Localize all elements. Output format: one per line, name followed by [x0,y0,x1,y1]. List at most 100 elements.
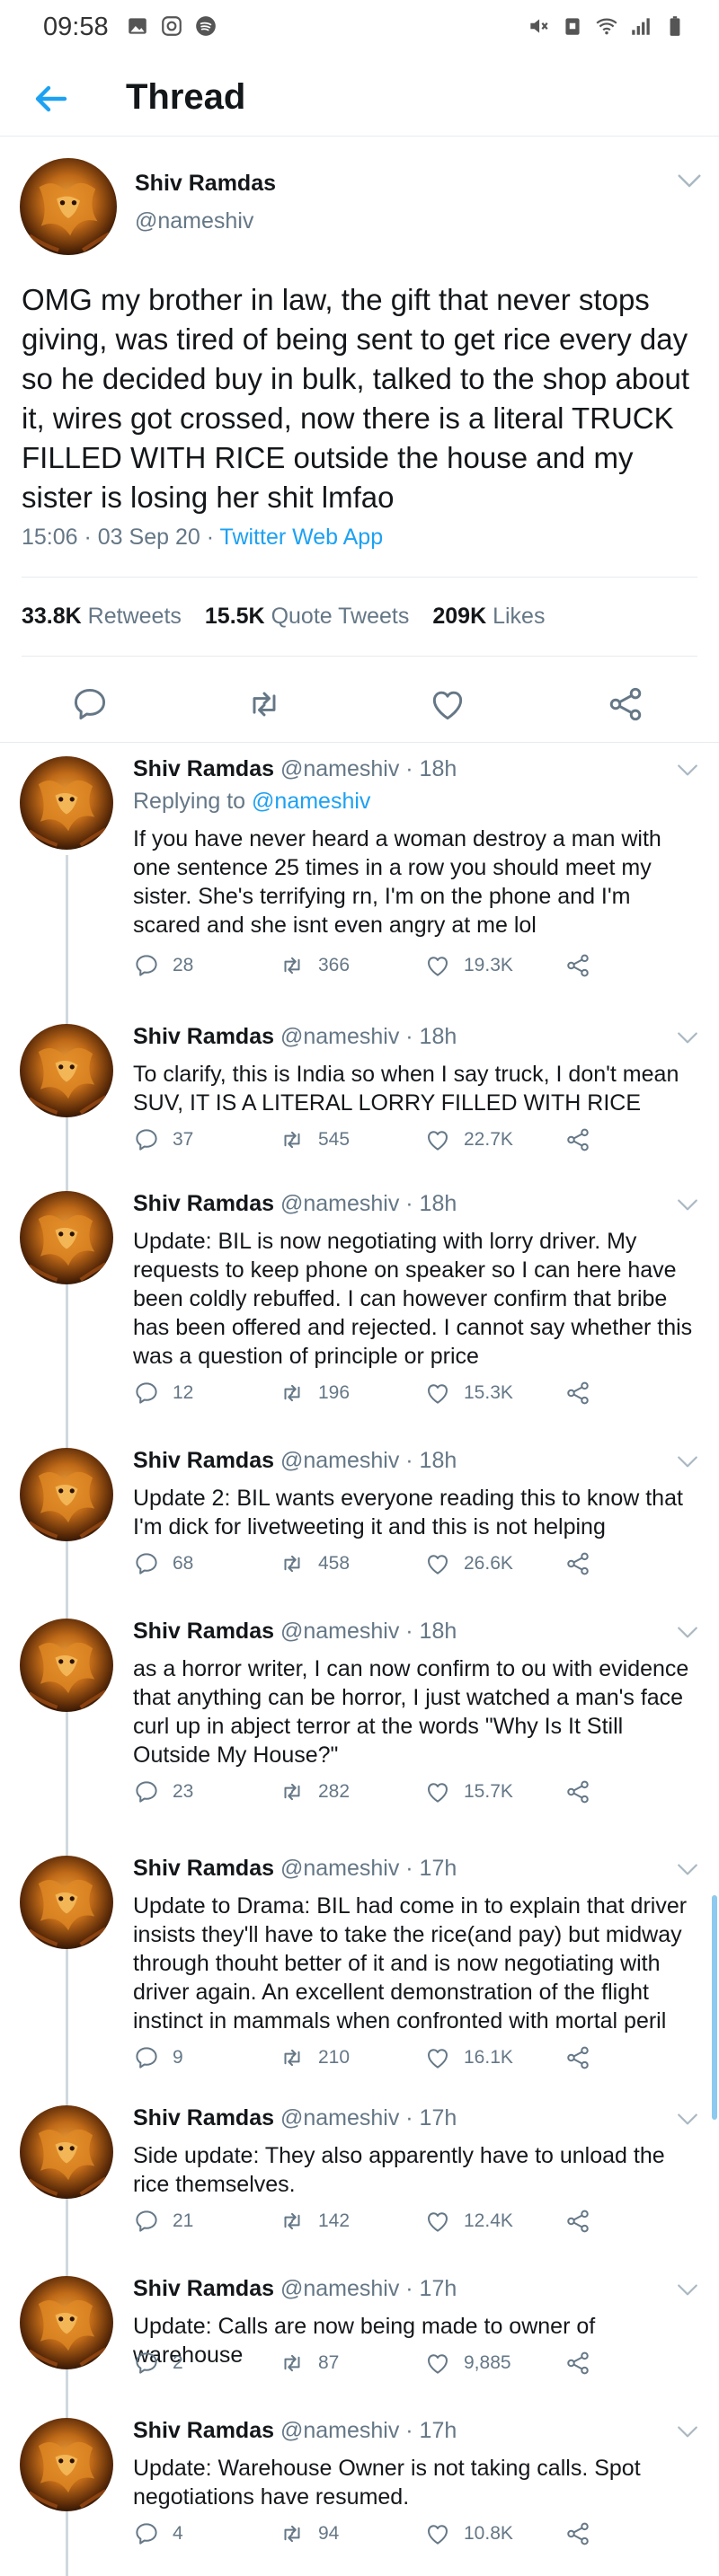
author-name[interactable]: Shiv Ramdas [133,1024,274,1049]
avatar[interactable] [20,2418,113,2511]
chevron-down-icon[interactable] [676,1453,699,1471]
retweet-icon [279,1778,306,1805]
share-button[interactable] [564,1380,591,1407]
avatar[interactable] [20,158,117,255]
divider [0,742,719,743]
share-button[interactable] [564,1550,591,1577]
author-handle[interactable]: @nameshiv [135,208,253,234]
share-button[interactable] [564,1778,591,1805]
like-button[interactable]: 26.6K [424,1550,513,1577]
avatar[interactable] [20,1856,113,1949]
chevron-down-icon[interactable] [676,171,703,192]
retweet-button[interactable]: 196 [279,1380,350,1407]
chevron-down-icon[interactable] [676,2111,699,2129]
reply-button[interactable]: 28 [133,952,193,979]
chevron-down-icon[interactable] [676,1029,699,1047]
scrollbar[interactable] [712,1895,717,2120]
share-icon [564,1778,591,1805]
like-button[interactable]: 10.8K [424,2520,513,2547]
author-handle-time: @nameshiv · 18h [280,1024,457,1049]
share-button[interactable] [564,2520,591,2547]
reply-button[interactable]: 9 [133,2044,183,2071]
chevron-down-icon[interactable] [676,2281,699,2299]
like-icon [424,1778,451,1805]
author-name[interactable]: Shiv Ramdas [133,1856,274,1881]
quote-tweets-stat[interactable]: 15.5K Quote Tweets [205,604,409,630]
author-name[interactable]: Shiv Ramdas [133,1448,274,1473]
share-button[interactable] [564,2044,591,2071]
reply-count: 68 [173,1553,194,1574]
like-button[interactable]: 15.7K [424,1778,513,1805]
reply-button[interactable]: 2 [133,2350,183,2377]
share-icon[interactable] [606,684,645,724]
tweet-header: Shiv Ramdas @nameshiv · 17h [133,2105,457,2131]
retweet-button[interactable]: 94 [279,2520,339,2547]
share-button[interactable] [564,1126,591,1153]
back-arrow-icon[interactable] [29,77,72,120]
avatar[interactable] [20,2276,113,2369]
like-button[interactable]: 19.3K [424,952,513,979]
like-button[interactable]: 15.3K [424,1380,513,1407]
retweets-stat[interactable]: 33.8K Retweets [22,604,182,630]
chevron-down-icon[interactable] [676,762,699,780]
author-name[interactable]: Shiv Ramdas [133,756,274,781]
reply-count: 21 [173,2210,194,2231]
reply-button[interactable]: 4 [133,2520,183,2547]
share-button[interactable] [564,952,591,979]
avatar[interactable] [20,756,113,850]
reply-button[interactable]: 37 [133,1126,193,1153]
reply-icon[interactable] [70,684,110,724]
share-button[interactable] [564,2208,591,2235]
share-button[interactable] [564,2350,591,2377]
action-bar: 4 94 10.8K [133,2520,699,2556]
chevron-down-icon[interactable] [676,1196,699,1214]
retweet-button[interactable]: 142 [279,2208,350,2235]
author-name[interactable]: Shiv Ramdas [133,2105,274,2130]
retweet-count: 142 [318,2210,351,2231]
avatar[interactable] [20,2105,113,2199]
replying-to-link[interactable]: @nameshiv [252,789,370,814]
author-name[interactable]: Shiv Ramdas [133,1191,274,1216]
like-button[interactable]: 22.7K [424,1126,513,1153]
share-icon [564,2044,591,2071]
reply-button[interactable]: 68 [133,1550,193,1577]
tweet-text: If you have never heard a woman destroy … [133,826,661,938]
avatar[interactable] [20,1024,113,1117]
reply-icon [133,2044,160,2071]
tweet-source-link[interactable]: Twitter Web App [220,525,384,550]
like-button[interactable]: 9,885 [424,2350,511,2377]
reply-button[interactable]: 12 [133,1380,193,1407]
reply-count: 28 [173,955,194,975]
avatar[interactable] [20,1191,113,1284]
author-name[interactable]: Shiv Ramdas [133,2418,274,2443]
like-button[interactable]: 12.4K [424,2208,513,2235]
chevron-down-icon[interactable] [676,1624,699,1642]
retweet-button[interactable]: 282 [279,1778,350,1805]
action-bar: 37 545 22.7K [133,1126,699,1162]
like-icon[interactable] [428,684,467,724]
retweet-button[interactable]: 210 [279,2044,350,2071]
author-name[interactable]: Shiv Ramdas [135,171,276,197]
chevron-down-icon[interactable] [676,1861,699,1879]
tweet-header: Shiv Ramdas @nameshiv · 17h [133,2276,457,2302]
like-count: 26.6K [464,1553,513,1574]
like-button[interactable]: 16.1K [424,2044,513,2071]
author-name[interactable]: Shiv Ramdas [133,2276,274,2301]
avatar[interactable] [20,1448,113,1541]
retweet-button[interactable]: 87 [279,2350,339,2377]
reply-count: 37 [173,1129,194,1150]
chevron-down-icon[interactable] [676,2423,699,2441]
reply-button[interactable]: 21 [133,2208,193,2235]
retweet-button[interactable]: 366 [279,952,350,979]
reply-button[interactable]: 23 [133,1778,193,1805]
retweet-button[interactable]: 458 [279,1550,350,1577]
retweet-button[interactable]: 545 [279,1126,350,1153]
author-name[interactable]: Shiv Ramdas [133,1619,274,1644]
like-icon [424,2044,451,2071]
retweet-icon [279,1126,306,1153]
retweet-icon[interactable] [244,684,284,724]
avatar[interactable] [20,1619,113,1712]
likes-stat[interactable]: 209K Likes [432,604,545,630]
retweet-icon [279,2350,306,2377]
mute-icon [530,19,548,33]
